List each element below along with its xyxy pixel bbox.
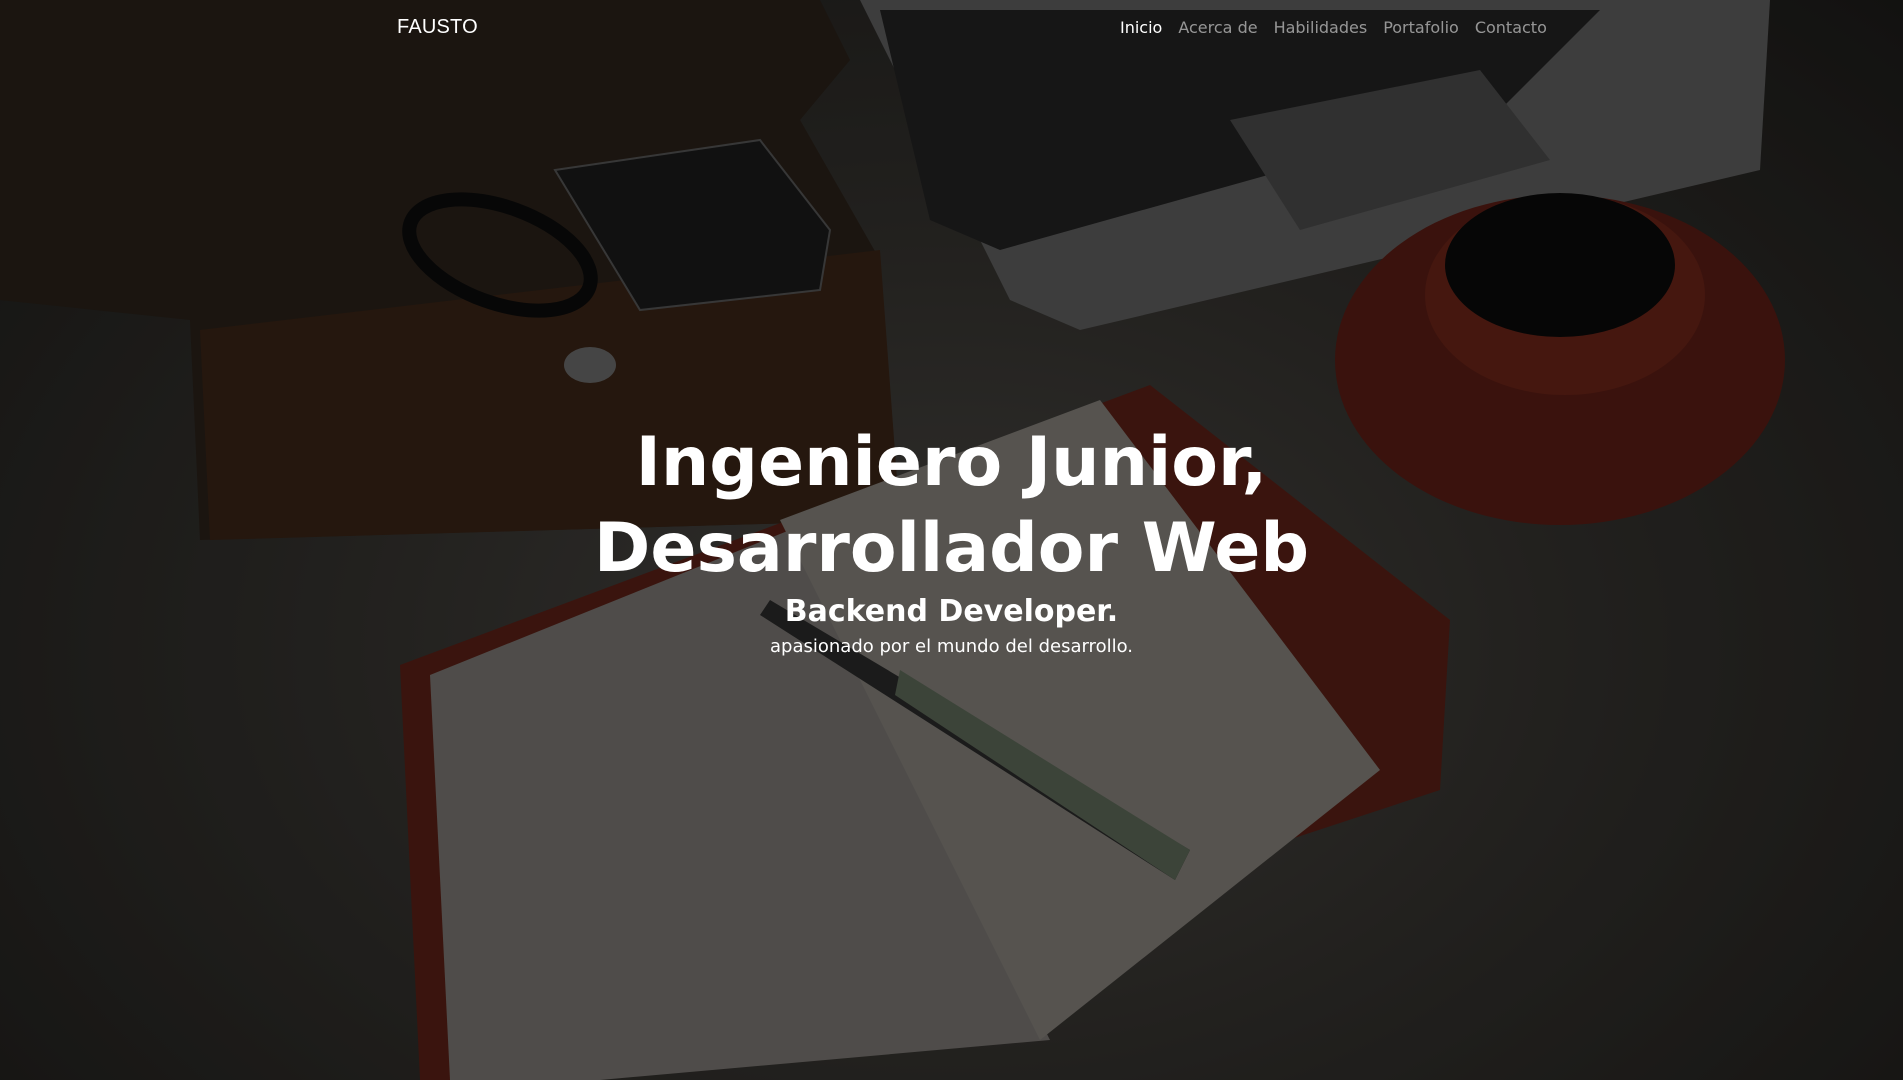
hero-subtitle: Backend Developer.	[784, 594, 1119, 629]
nav-item-contacto[interactable]: Contacto	[1467, 18, 1555, 37]
nav-item-portafolio[interactable]: Portafolio	[1375, 18, 1467, 37]
hero-section: Ingeniero Junior, Desarrollador Web Back…	[0, 420, 1903, 662]
nav-item-habilidades[interactable]: Habilidades	[1266, 18, 1376, 37]
nav-links: Inicio Acerca de Habilidades Portafolio …	[1112, 18, 1555, 37]
nav-item-inicio[interactable]: Inicio	[1112, 18, 1170, 37]
hero-title: Ingeniero Junior, Desarrollador Web	[593, 423, 1310, 588]
navbar: FAUSTO Inicio Acerca de Habilidades Port…	[0, 0, 1903, 56]
hero-description: apasionado por el mundo del desarrollo.	[770, 636, 1133, 657]
nav-item-acerca-de[interactable]: Acerca de	[1170, 18, 1265, 37]
brand-logo[interactable]: FAUSTO	[397, 16, 478, 39]
